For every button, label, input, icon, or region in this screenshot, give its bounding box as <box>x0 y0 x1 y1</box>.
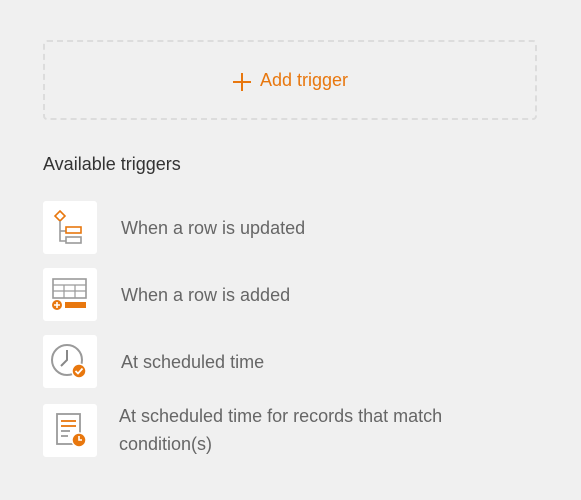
trigger-row-updated[interactable]: When a row is updated <box>43 201 543 254</box>
trigger-icon-box <box>43 268 97 321</box>
trigger-scheduled-time[interactable]: At scheduled time <box>43 335 543 388</box>
scheduled-records-icon <box>56 413 87 448</box>
trigger-row-added[interactable]: When a row is added <box>43 268 543 321</box>
trigger-icon-box <box>43 201 97 254</box>
trigger-icon-box <box>43 403 97 457</box>
row-added-icon <box>52 277 87 310</box>
available-triggers-title: Available triggers <box>43 154 181 174</box>
trigger-label: At scheduled time <box>121 351 265 372</box>
add-trigger-button[interactable]: Add trigger <box>43 40 537 120</box>
trigger-icon-box <box>43 335 97 388</box>
trigger-label: When a row is added <box>121 284 291 305</box>
trigger-label: At scheduled time for records that match… <box>119 406 443 454</box>
add-trigger-label: Add trigger <box>259 69 349 90</box>
scheduled-time-icon <box>51 343 87 379</box>
trigger-scheduled-records[interactable]: At scheduled time for records that match… <box>43 402 543 458</box>
plus-icon <box>232 73 251 91</box>
row-updated-icon <box>53 209 82 244</box>
trigger-label: When a row is updated <box>121 217 306 238</box>
